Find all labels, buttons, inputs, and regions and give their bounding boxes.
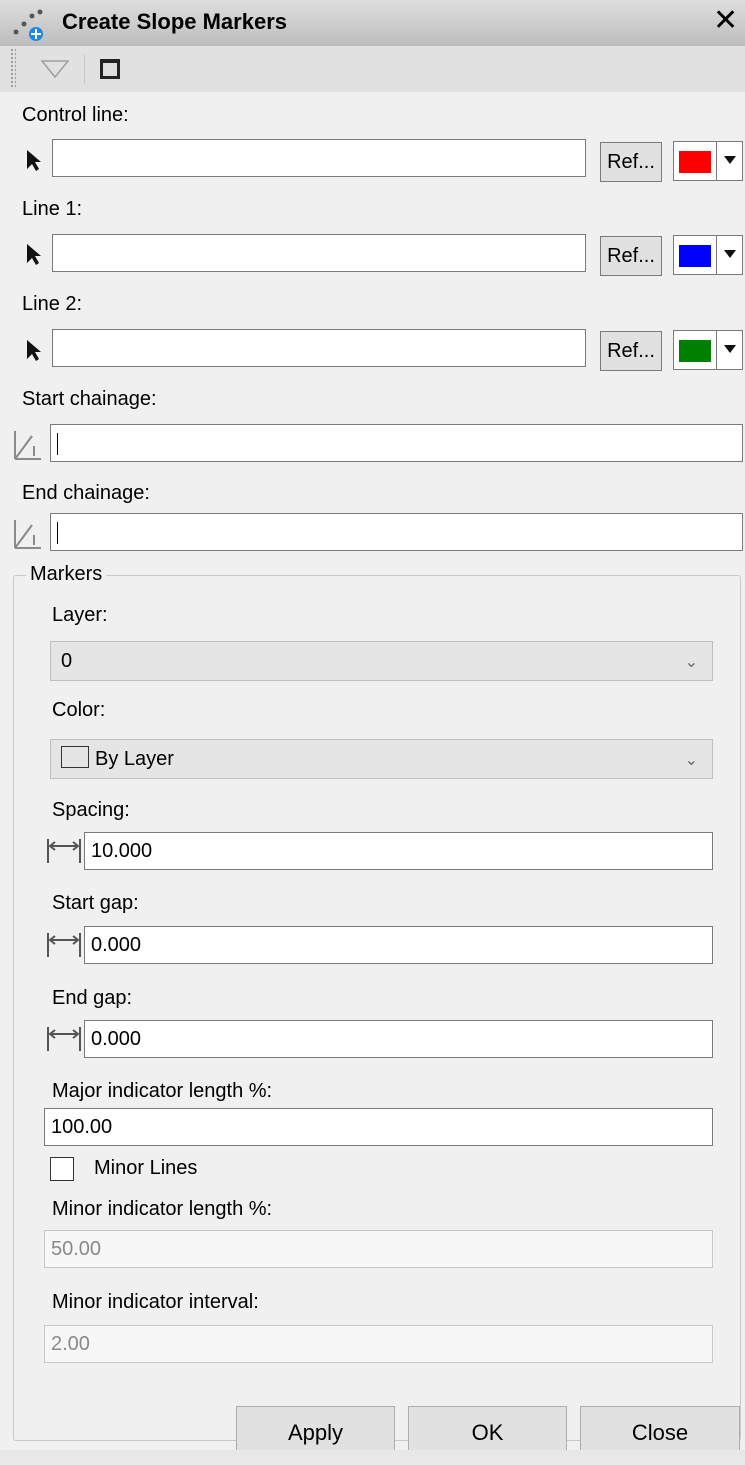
color-label: Color: (52, 699, 106, 721)
dropdown-arrow-icon (724, 250, 736, 258)
toolbar-separator (84, 54, 85, 84)
minor-length-input[interactable]: 50.00 (44, 1230, 713, 1268)
color-swatch (679, 340, 711, 362)
markers-group-title: Markers (26, 563, 107, 586)
chevron-down-icon: ⌄ (684, 654, 698, 671)
end-chainage-label: End chainage: (22, 482, 150, 504)
toolbar-grip[interactable] (10, 48, 16, 88)
line2-color-picker[interactable] (673, 330, 743, 370)
pick-arrow-icon[interactable] (24, 148, 42, 172)
start-gap-input[interactable]: 0.000 (84, 926, 713, 964)
line2-label: Line 2: (22, 293, 83, 315)
layer-value: 0 (61, 650, 73, 672)
line1-input[interactable] (52, 234, 586, 272)
panel-icon[interactable] (98, 57, 122, 81)
start-chainage-label: Start chainage: (22, 388, 157, 410)
minor-interval-input[interactable]: 2.00 (44, 1325, 713, 1363)
color-swatch (679, 245, 711, 267)
layer-label: Layer: (52, 604, 108, 626)
line1-ref-button[interactable]: Ref... (600, 236, 662, 276)
divider (716, 236, 717, 274)
start-gap-label: Start gap: (52, 892, 139, 914)
pick-arrow-icon[interactable] (24, 338, 42, 362)
spacing-input[interactable]: 10.000 (84, 832, 713, 870)
text-caret (57, 521, 58, 544)
dropdown-arrow-icon (724, 345, 736, 353)
major-length-input[interactable]: 100.00 (44, 1108, 713, 1146)
line1-label: Line 1: (22, 198, 83, 220)
control-line-color-picker[interactable] (673, 141, 743, 181)
line2-input[interactable] (52, 329, 586, 367)
filter-icon[interactable] (40, 58, 70, 80)
close-icon[interactable]: ✕ (713, 4, 738, 38)
control-line-label: Control line: (22, 104, 129, 126)
window-title: Create Slope Markers (62, 9, 287, 34)
text-caret (57, 432, 58, 455)
distance-icon[interactable] (46, 930, 82, 960)
divider (716, 142, 717, 180)
chevron-down-icon: ⌄ (684, 752, 698, 769)
line2-ref-button[interactable]: Ref... (600, 331, 662, 371)
layer-select[interactable]: 0 ⌄ (50, 641, 713, 681)
divider (716, 331, 717, 369)
color-swatch (679, 151, 711, 173)
color-box-icon (61, 746, 89, 768)
end-gap-input[interactable]: 0.000 (84, 1020, 713, 1058)
chainage-pick-icon[interactable] (12, 428, 44, 462)
major-length-label: Major indicator length %: (52, 1080, 273, 1102)
line1-color-picker[interactable] (673, 235, 743, 275)
minor-length-label: Minor indicator length %: (52, 1198, 273, 1220)
end-chainage-input[interactable] (50, 513, 743, 551)
control-line-input[interactable] (52, 139, 586, 177)
minor-lines-label: Minor Lines (94, 1157, 198, 1179)
color-value: By Layer (95, 748, 174, 770)
dropdown-arrow-icon (724, 156, 736, 164)
distance-icon[interactable] (46, 836, 82, 866)
color-select[interactable]: By Layer ⌄ (50, 739, 713, 779)
pick-arrow-icon[interactable] (24, 242, 42, 266)
spacing-label: Spacing: (52, 799, 130, 821)
end-gap-label: End gap: (52, 987, 133, 1009)
minor-interval-label: Minor indicator interval: (52, 1291, 259, 1313)
start-chainage-input[interactable] (50, 424, 743, 462)
status-strip (0, 1450, 745, 1465)
minor-lines-checkbox[interactable] (50, 1157, 74, 1181)
control-line-ref-button[interactable]: Ref... (600, 142, 662, 182)
distance-icon[interactable] (46, 1024, 82, 1054)
slope-markers-icon (13, 9, 43, 41)
chainage-pick-icon[interactable] (12, 517, 44, 551)
